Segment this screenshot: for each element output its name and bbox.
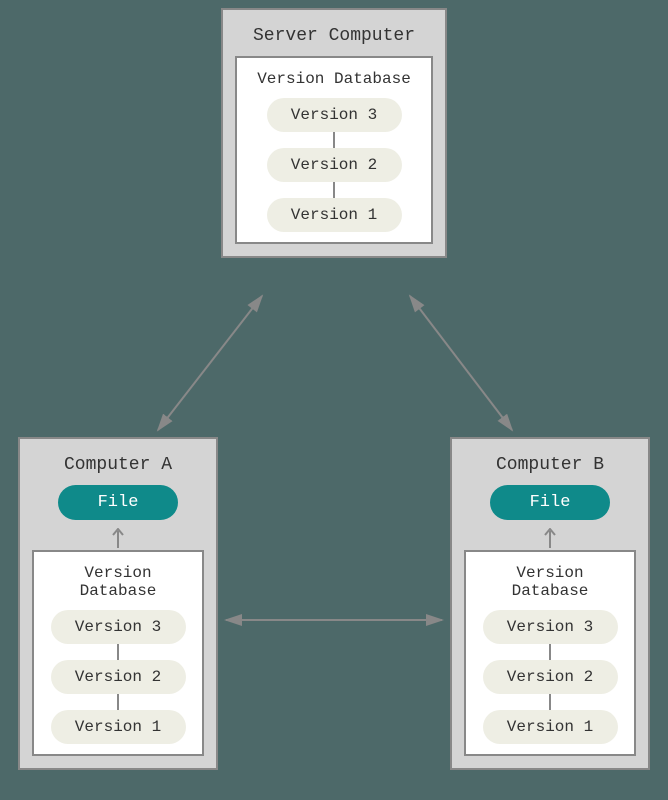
version-connector	[549, 694, 551, 710]
computer-a-title: Computer A	[32, 449, 204, 485]
server-version-database: Version Database Version 3 Version 2 Ver…	[235, 56, 433, 244]
version-pill: Version 2	[51, 660, 186, 694]
version-pill: Version 3	[483, 610, 618, 644]
version-pill: Version 1	[483, 710, 618, 744]
computer-a-box: Computer A File Version Database Version…	[18, 437, 218, 770]
computer-a-version-database: Version Database Version 3 Version 2 Ver…	[32, 550, 204, 756]
computer-b-box: Computer B File Version Database Version…	[450, 437, 650, 770]
server-title: Server Computer	[235, 20, 433, 56]
version-connector	[333, 132, 335, 148]
file-db-arrow	[32, 528, 204, 550]
version-pill: Version 1	[51, 710, 186, 744]
file-db-arrow	[464, 528, 636, 550]
version-pill: Version 2	[483, 660, 618, 694]
version-connector	[549, 644, 551, 660]
version-connector	[117, 694, 119, 710]
version-pill: Version 3	[51, 610, 186, 644]
file-pill: File	[490, 485, 610, 520]
computer-b-title: Computer B	[464, 449, 636, 485]
version-connector	[333, 182, 335, 198]
computer-a-db-title: Version Database	[42, 562, 194, 610]
computer-b-version-database: Version Database Version 3 Version 2 Ver…	[464, 550, 636, 756]
file-pill: File	[58, 485, 178, 520]
version-connector	[117, 644, 119, 660]
version-pill: Version 3	[267, 98, 402, 132]
computer-b-db-title: Version Database	[474, 562, 626, 610]
server-db-title: Version Database	[245, 68, 423, 98]
version-pill: Version 2	[267, 148, 402, 182]
server-computer-box: Server Computer Version Database Version…	[221, 8, 447, 258]
version-pill: Version 1	[267, 198, 402, 232]
